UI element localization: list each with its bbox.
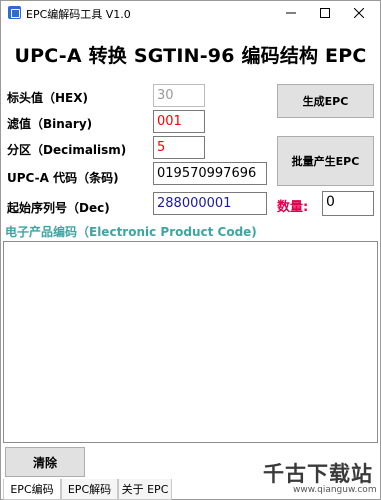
minimize-button[interactable] <box>276 1 306 25</box>
tab-about-epc[interactable]: 关于 EPC <box>118 479 172 500</box>
partition-field[interactable]: 5 <box>153 136 205 159</box>
quantity-field[interactable]: 0 <box>322 191 374 216</box>
filter-label: 滤值（Binary) <box>7 117 93 131</box>
start-serial-field[interactable]: 288000001 <box>153 192 267 215</box>
epc-output-label: 电子产品编码（Electronic Product Code) <box>5 225 257 239</box>
app-icon <box>8 6 21 19</box>
generate-epc-button[interactable]: 生成EPC <box>277 84 374 118</box>
title-bar[interactable]: EPC编解码工具 V1.0 <box>1 1 380 25</box>
tab-epc-decode[interactable]: EPC解码 <box>61 479 118 500</box>
epc-output-area[interactable] <box>3 241 378 443</box>
header-hex-field[interactable]: 30 <box>153 84 205 107</box>
watermark-text: 千古下载站 <box>263 462 373 486</box>
partition-label: 分区（Decimalism) <box>7 143 127 157</box>
close-icon <box>354 8 364 18</box>
clear-button[interactable]: 清除 <box>5 447 85 477</box>
minimize-icon <box>286 12 296 14</box>
filter-field[interactable]: 001 <box>153 110 205 133</box>
watermark-url: www.qianguw.com <box>293 485 377 495</box>
maximize-icon <box>320 8 330 18</box>
upc-label: UPC-A 代码（条码) <box>7 171 119 185</box>
start-serial-label: 起始序列号（Dec) <box>7 201 110 215</box>
watermark: 千古下载站 www.qianguw.com <box>263 458 379 500</box>
maximize-button[interactable] <box>310 1 340 25</box>
window-title: EPC编解码工具 V1.0 <box>26 8 131 21</box>
header-hex-label: 标头值（HEX) <box>7 91 88 105</box>
batch-generate-button[interactable]: 批量产生EPC <box>277 136 374 186</box>
upc-field[interactable]: 019570997696 <box>153 162 267 185</box>
close-button[interactable] <box>344 1 374 25</box>
quantity-label: 数量: <box>277 200 309 215</box>
app-window: EPC编解码工具 V1.0 UPC-A 转换 SGTIN-96 编码结构 EPC… <box>0 0 381 500</box>
tab-epc-encode[interactable]: EPC编码 <box>3 479 61 500</box>
page-title: UPC-A 转换 SGTIN-96 编码结构 EPC <box>14 45 367 67</box>
